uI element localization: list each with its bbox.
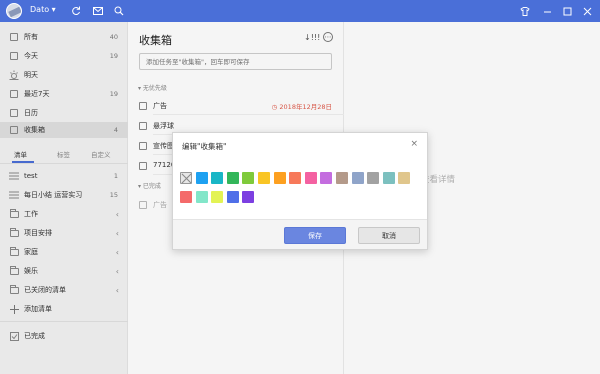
color-swatch[interactable] bbox=[195, 172, 208, 184]
maximize-icon[interactable] bbox=[559, 3, 575, 19]
color-swatch[interactable] bbox=[242, 172, 255, 184]
color-swatch[interactable] bbox=[211, 172, 224, 184]
title-bar: Dato ▾ bbox=[0, 0, 600, 22]
color-swatch[interactable] bbox=[242, 191, 255, 203]
color-swatch[interactable] bbox=[398, 172, 411, 184]
color-swatch[interactable] bbox=[320, 172, 333, 184]
color-swatch[interactable] bbox=[273, 172, 286, 184]
color-swatch[interactable] bbox=[211, 191, 224, 203]
color-swatch[interactable] bbox=[336, 172, 348, 184]
close-icon[interactable]: × bbox=[410, 139, 418, 149]
color-swatch[interactable] bbox=[304, 172, 317, 184]
refresh-icon[interactable] bbox=[68, 3, 84, 19]
cancel-button[interactable]: 取消 bbox=[358, 227, 420, 244]
dialog-title: 编辑"收集箱" bbox=[182, 142, 227, 151]
user-name[interactable]: Dato ▾ bbox=[30, 5, 56, 14]
user-avatar[interactable] bbox=[6, 3, 22, 19]
skin-icon[interactable] bbox=[517, 3, 533, 19]
color-swatch[interactable] bbox=[195, 191, 208, 203]
mail-icon[interactable] bbox=[90, 3, 106, 19]
color-swatch[interactable] bbox=[226, 172, 239, 184]
color-swatch[interactable] bbox=[258, 172, 270, 184]
edit-list-dialog: 编辑"收集箱" × 保存 取消 bbox=[172, 132, 428, 250]
color-swatch[interactable] bbox=[382, 172, 395, 184]
color-swatch[interactable] bbox=[289, 172, 302, 184]
save-button[interactable]: 保存 bbox=[284, 227, 346, 244]
color-swatch[interactable] bbox=[226, 191, 239, 203]
color-swatch[interactable] bbox=[367, 172, 380, 184]
color-swatch[interactable] bbox=[180, 191, 192, 203]
close-icon[interactable] bbox=[579, 3, 595, 19]
dialog-footer: 保存 取消 bbox=[173, 219, 427, 249]
minimize-icon[interactable] bbox=[539, 3, 555, 19]
color-swatch[interactable] bbox=[351, 172, 364, 184]
search-icon[interactable] bbox=[111, 3, 127, 19]
no-color-swatch[interactable] bbox=[180, 172, 192, 184]
